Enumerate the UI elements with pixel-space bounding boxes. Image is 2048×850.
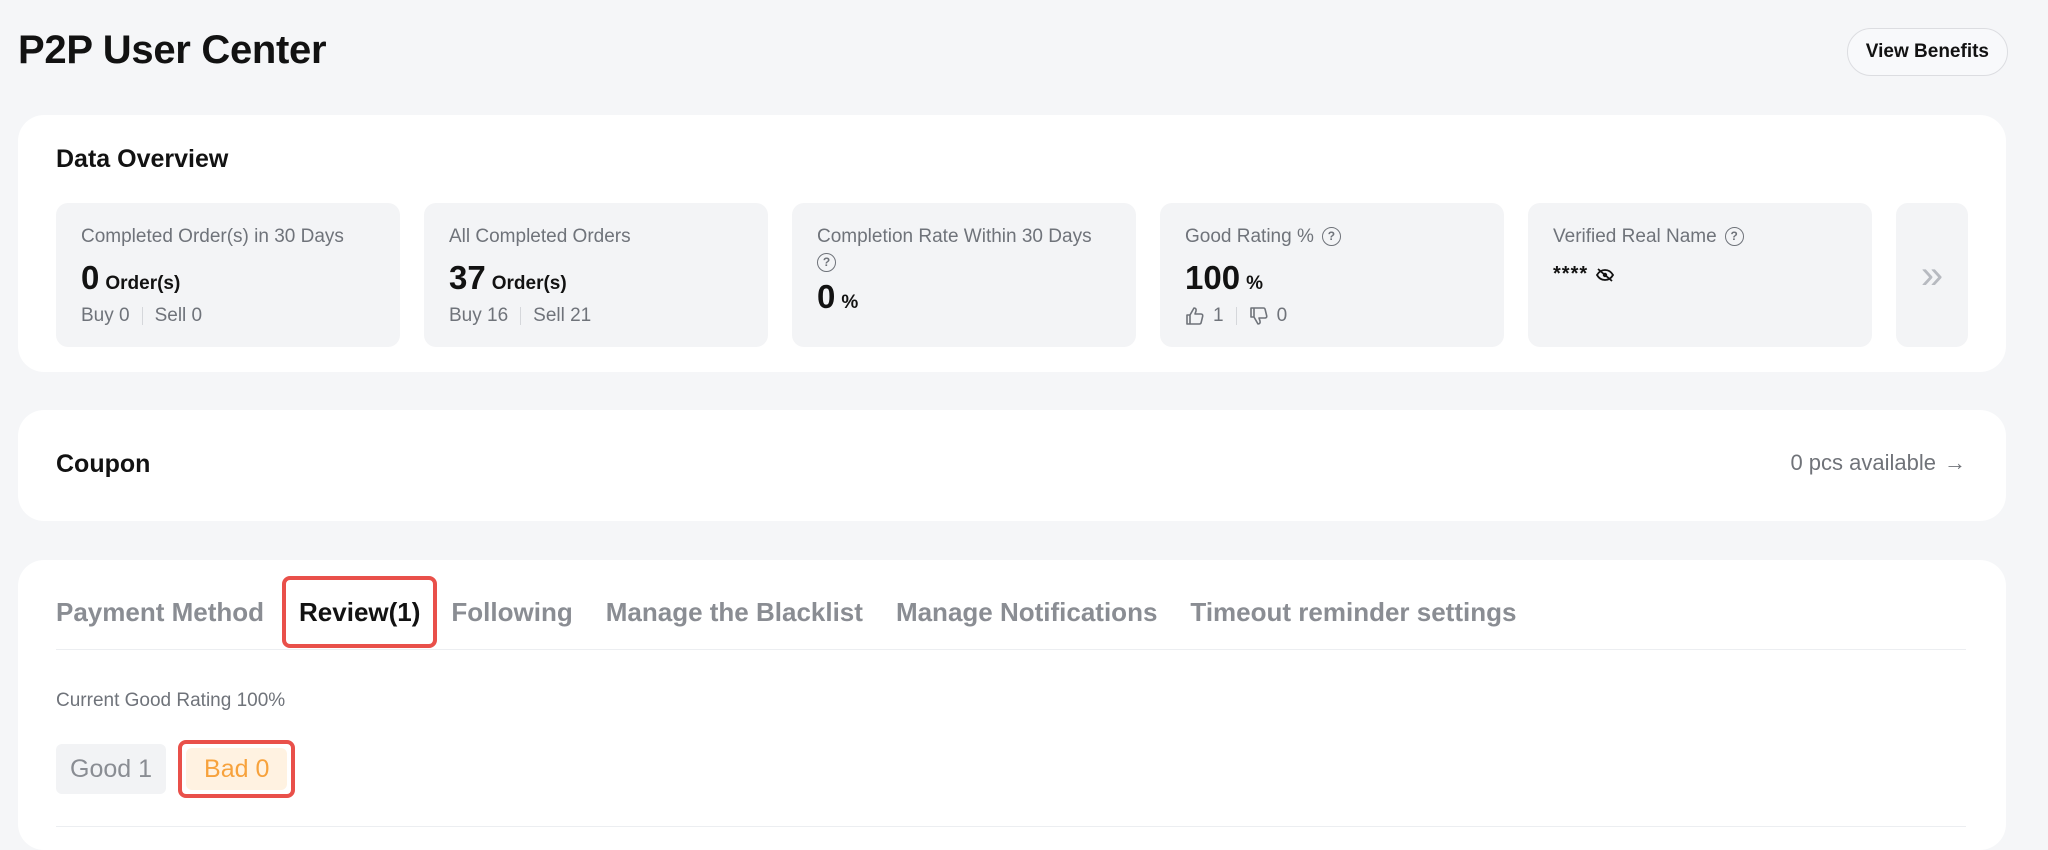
- thumbs-down-icon: [1249, 307, 1268, 325]
- page-title: P2P User Center: [18, 28, 327, 72]
- stat-value: 100 %: [1185, 259, 1479, 297]
- help-icon[interactable]: ?: [1724, 227, 1744, 246]
- double-chevron-right-icon: »: [1920, 252, 1944, 297]
- current-good-rating: Current Good Rating 100%: [56, 690, 286, 711]
- tab-manage-blacklist[interactable]: Manage the Blacklist: [606, 590, 863, 634]
- coupon-available-text: 0 pcs available: [1790, 450, 1936, 475]
- thumbs-up-icon: [1186, 307, 1204, 325]
- stat-label-text: Completion Rate Within 30 Days: [817, 226, 1092, 247]
- tab-bar: Payment Method Review(1) Following Manag…: [56, 576, 1549, 648]
- stat-label: Verified Real Name ?: [1553, 225, 1847, 249]
- sell-count: Sell 21: [533, 305, 592, 326]
- stat-unit: %: [841, 292, 859, 313]
- stat-value: ****: [1553, 263, 1847, 286]
- stat-all-completed: All Completed Orders 37 Order(s) Buy 16 …: [424, 203, 768, 347]
- stat-unit: %: [1246, 273, 1263, 294]
- stat-value: 0 %: [817, 278, 1111, 316]
- stat-sub: Buy 16 Sell 21: [449, 305, 743, 327]
- stat-label: All Completed Orders: [449, 226, 631, 247]
- stat-sub: 1 0: [1185, 305, 1479, 327]
- filter-good[interactable]: Good 1: [56, 744, 167, 794]
- stat-number: 37: [449, 259, 486, 296]
- active-tab-highlight: Review(1): [282, 576, 438, 648]
- stat-value: 37 Order(s): [449, 259, 743, 297]
- divider: [141, 307, 143, 325]
- coupon-card: Coupon 0 pcs available →: [18, 410, 2006, 521]
- stat-number: 0: [817, 278, 836, 315]
- masked-name: ****: [1553, 263, 1589, 285]
- coupon-title: Coupon: [56, 450, 151, 478]
- stat-good-rating: Good Rating % ? 100 % 1 0: [1160, 203, 1504, 347]
- arrow-right-icon: →: [1944, 450, 1966, 475]
- next-stats-button[interactable]: »: [1896, 203, 1968, 347]
- stat-unit: Order(s): [105, 273, 181, 294]
- stat-number: 0: [81, 259, 100, 296]
- review-filters: Good 1 Bad 0: [56, 740, 296, 798]
- stat-sub: Buy 0 Sell 0: [81, 305, 375, 327]
- help-row: ?: [817, 251, 1111, 272]
- stat-label-text: Verified Real Name: [1553, 226, 1717, 247]
- tab-manage-notifications[interactable]: Manage Notifications: [896, 590, 1157, 634]
- buy-count: Buy 16: [449, 305, 509, 326]
- tabs-card: Payment Method Review(1) Following Manag…: [18, 560, 2006, 850]
- bad-filter-highlight: Bad 0: [178, 740, 296, 798]
- data-overview-title: Data Overview: [56, 145, 229, 173]
- thumbs-down-count: 0: [1276, 305, 1288, 326]
- stat-completed-30-days: Completed Order(s) in 30 Days 0 Order(s)…: [56, 203, 400, 347]
- stat-label-text: Good Rating %: [1185, 226, 1314, 247]
- tab-review[interactable]: Review(1): [299, 590, 420, 634]
- tab-payment-method[interactable]: Payment Method: [56, 590, 264, 634]
- stat-value: 0 Order(s): [81, 259, 375, 297]
- stat-label: Good Rating % ?: [1185, 225, 1479, 249]
- stat-number: 100: [1185, 259, 1241, 296]
- divider: [520, 307, 522, 325]
- tab-divider: [56, 649, 1966, 650]
- thumbs-up-count: 1: [1213, 305, 1224, 326]
- view-benefits-button[interactable]: View Benefits: [1846, 28, 2008, 76]
- stat-unit: Order(s): [491, 273, 567, 294]
- stat-verified-name: Verified Real Name ? ****: [1528, 203, 1872, 347]
- filter-bad[interactable]: Bad 0: [186, 748, 288, 790]
- stat-label: Completion Rate Within 30 Days: [817, 225, 1111, 249]
- tab-timeout-reminder[interactable]: Timeout reminder settings: [1190, 590, 1516, 634]
- sell-count: Sell 0: [154, 305, 203, 326]
- help-icon[interactable]: ?: [817, 253, 836, 272]
- stat-completion-rate: Completion Rate Within 30 Days ? 0 %: [792, 203, 1136, 347]
- buy-count: Buy 0: [81, 305, 130, 326]
- stat-label: Completed Order(s) in 30 Days: [81, 226, 344, 247]
- eye-off-icon[interactable]: [1596, 267, 1615, 282]
- coupon-available-link[interactable]: 0 pcs available →: [1790, 450, 1966, 476]
- data-overview-card: Data Overview Completed Order(s) in 30 D…: [18, 115, 2006, 372]
- divider: [1235, 307, 1237, 325]
- tab-following[interactable]: Following: [451, 590, 572, 634]
- filter-divider: [56, 826, 1966, 827]
- help-icon[interactable]: ?: [1321, 227, 1341, 246]
